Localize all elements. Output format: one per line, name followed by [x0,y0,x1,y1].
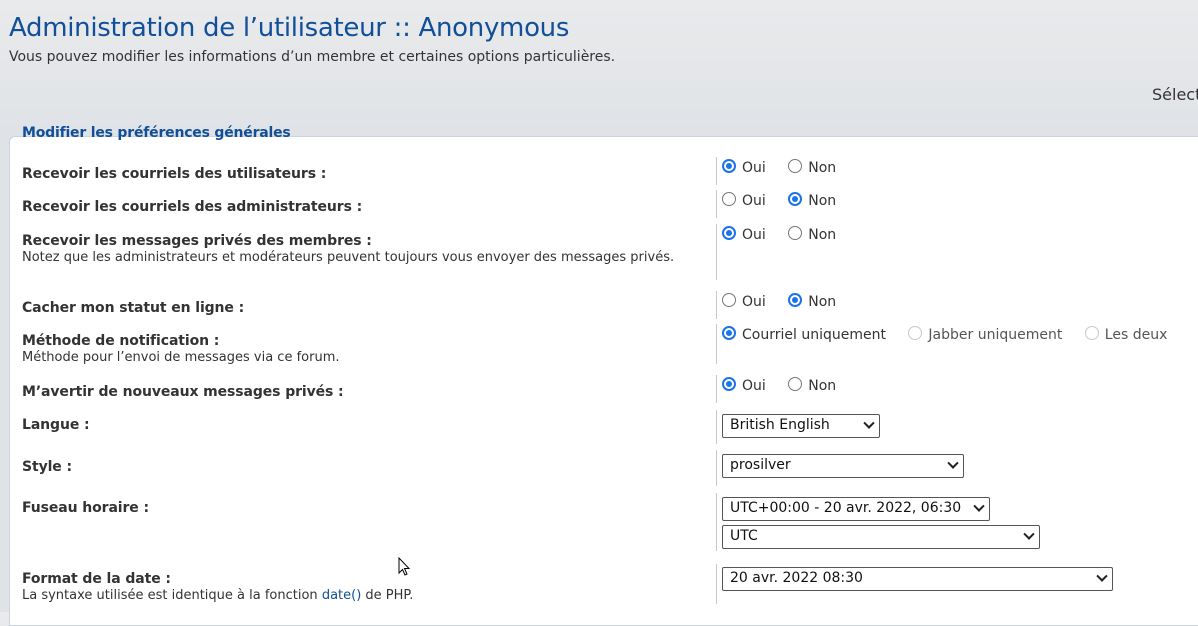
divider [716,291,717,319]
select-user-link-truncated[interactable]: Sélect [1152,85,1198,104]
date-format-select[interactable]: 20 avr. 2022 08:30 [722,567,1113,591]
radio-oui[interactable]: Oui [722,377,766,394]
radio-non[interactable]: Non [788,226,836,243]
radio-oui[interactable]: Oui [722,159,766,176]
page-title: Administration de l’utilisateur :: Anony… [9,13,570,43]
mouse-cursor-icon [398,557,411,576]
divider [716,564,717,604]
radio-oui[interactable]: Oui [722,192,766,209]
row-label: Recevoir les courriels des utilisateurs … [22,166,327,182]
row-note: Méthode pour l’envoi de messages via ce … [22,350,340,365]
radio-both[interactable]: Les deux [1084,326,1167,343]
radio-oui[interactable]: Oui [722,293,766,310]
panel-legend: Modifier les préférences générales [22,125,291,141]
row-label: Langue : [22,417,90,433]
row-label: Fuseau horaire : [22,500,149,516]
radio-non[interactable]: Non [788,293,836,310]
divider [716,324,717,364]
row-note: Notez que les administrateurs et modérat… [22,250,675,265]
divider [716,157,717,185]
row-label: Cacher mon statut en ligne : [22,300,245,316]
divider [716,224,717,280]
row-label: Recevoir les courriels des administrateu… [22,199,363,215]
chevron-down-icon [973,500,985,512]
timezone-select[interactable]: UTC [722,525,1040,549]
chevron-down-icon [1096,570,1108,582]
radio-non[interactable]: Non [788,159,836,176]
radio-oui[interactable]: Oui [722,226,766,243]
timezone-date-select[interactable]: UTC+00:00 - 20 avr. 2022, 06:30 [722,497,990,521]
language-select[interactable]: British English [722,414,880,438]
chevron-down-icon [1023,528,1035,540]
divider [716,410,717,444]
row-label: Format de la date : [22,571,171,587]
row-label: M’avertir de nouveaux messages privés : [22,384,344,400]
divider [716,493,717,551]
radio-email-only[interactable]: Courriel uniquement [722,326,886,343]
radio-jabber-only[interactable]: Jabber uniquement [908,326,1062,343]
row-note: La syntaxe utilisée est identique à la f… [22,588,414,603]
radio-non[interactable]: Non [788,377,836,394]
radio-non[interactable]: Non [788,192,836,209]
page-description: Vous pouvez modifier les informations d’… [9,49,616,65]
chevron-down-icon [863,417,875,429]
divider [716,375,717,403]
row-label: Style : [22,459,72,475]
row-label: Méthode de notification : [22,333,220,349]
divider [716,450,717,486]
style-select[interactable]: prosilver [722,454,964,478]
php-date-link[interactable]: date() [322,588,361,603]
divider [716,190,717,218]
row-label: Recevoir les messages privés des membres… [22,233,372,249]
chevron-down-icon [947,457,959,469]
